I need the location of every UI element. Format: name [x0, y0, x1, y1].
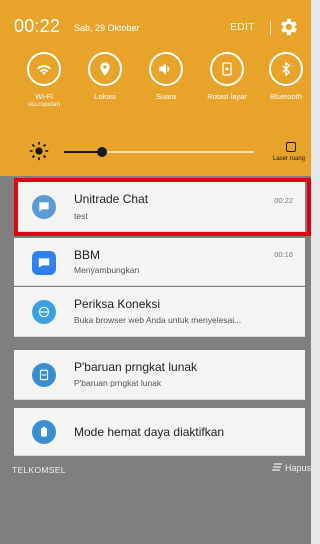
battery-icon [32, 420, 56, 444]
toggle-label: Suara [155, 92, 176, 101]
divider [270, 21, 271, 35]
notification-text: P'baruan prngkat lunak [74, 378, 162, 388]
toggle-label: Rotasi layar [207, 92, 247, 101]
brightness-thumb[interactable] [97, 147, 107, 157]
chat-icon [32, 195, 56, 219]
shade-footer: TELKOMSEL Hapus [12, 462, 311, 480]
notification-unitrade-chat[interactable]: Unitrade Chat test 00:22 [14, 182, 305, 232]
notification-text: Menyambungkan [74, 265, 140, 275]
clear-all-label: Hapus [284, 463, 311, 473]
notification-text: test [74, 211, 88, 221]
bluetooth-icon [269, 52, 303, 86]
notification-title: Periksa Koneksi [74, 297, 161, 311]
notification-title: Unitrade Chat [74, 192, 149, 206]
toggle-bluetooth[interactable]: Bluetooth [256, 52, 311, 101]
notification-software-update[interactable]: P'baruan prngkat lunak P'baruan prngkat … [14, 350, 305, 400]
notification-title: P'baruan prngkat lunak [74, 360, 198, 374]
clock: 00:22 [14, 16, 61, 36]
notification-title: BBM [74, 248, 101, 262]
notification-title: Mode hemat daya diaktifkan [74, 425, 225, 439]
notification-bbm[interactable]: BBM Menyambungkan 00:16 [14, 238, 305, 286]
auto-brightness-label: Laser ruang [272, 156, 306, 162]
edit-button[interactable]: EDIT [230, 22, 255, 33]
sound-icon [149, 52, 183, 86]
toggle-wifi[interactable]: Wi-Fi sto.ropolah [14, 52, 74, 109]
notification-power-saving[interactable]: Mode hemat daya diaktifkan [14, 408, 305, 456]
notification-text: Buka browser web Anda untuk menyelesai..… [74, 315, 242, 325]
rotate-icon [210, 52, 244, 86]
auto-brightness-checkbox[interactable] [286, 142, 296, 152]
wifi-icon [27, 52, 61, 86]
notification-check-connection[interactable]: Periksa Koneksi Buka browser web Anda un… [14, 287, 305, 337]
update-icon [32, 363, 56, 387]
toggle-rotate[interactable]: Rotasi layar [197, 52, 257, 101]
toggle-sublabel: sto.ropolah [27, 101, 61, 108]
toggle-label: Lokasi [94, 92, 116, 101]
toggle-label: Bluetooth [270, 92, 302, 101]
brightness-row: Laser ruang [0, 136, 311, 170]
brightness-icon [28, 140, 50, 162]
globe-icon [32, 300, 56, 324]
location-icon [88, 52, 122, 86]
gear-icon[interactable] [277, 16, 299, 38]
status-row: 00:22 Sab, 29 Oktober EDIT [14, 14, 303, 40]
brightness-slider[interactable] [64, 147, 254, 157]
notification-shade: 00:22 Sab, 29 Oktober EDIT Wi-Fi sto.rop… [0, 0, 311, 544]
clear-all-button[interactable]: Hapus [271, 463, 311, 473]
clear-icon [271, 463, 282, 473]
notification-time: 00:22 [274, 196, 293, 205]
notification-time: 00:16 [274, 250, 293, 259]
quick-toggles: Wi-Fi sto.ropolah Lokasi Suara Rotasi la… [0, 52, 311, 122]
date: Sab, 29 Oktober [74, 23, 140, 33]
toggle-sound[interactable]: Suara [136, 52, 196, 101]
toggle-label: Wi-Fi [35, 92, 53, 101]
toggle-location[interactable]: Lokasi [75, 52, 135, 101]
bbm-icon [32, 251, 56, 275]
quick-settings-panel: 00:22 Sab, 29 Oktober EDIT Wi-Fi sto.rop… [0, 0, 311, 176]
carrier-label: TELKOMSEL [12, 465, 66, 475]
